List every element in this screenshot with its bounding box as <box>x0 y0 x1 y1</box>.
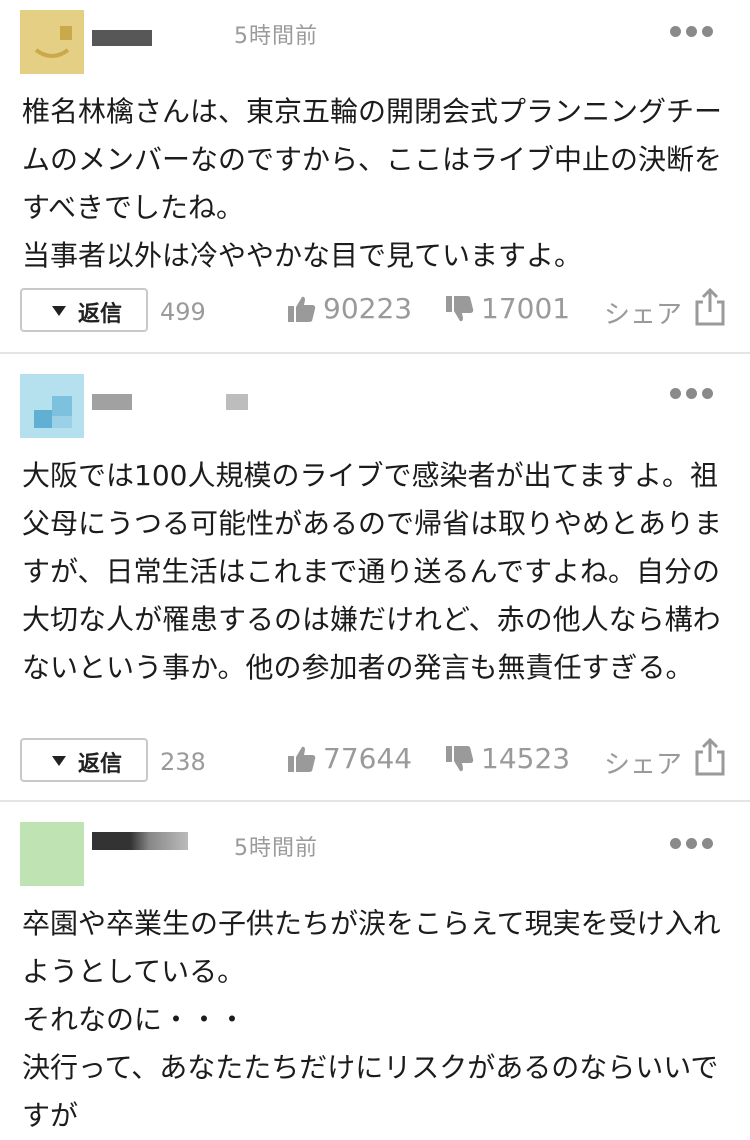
thumbs-up-icon <box>288 296 316 322</box>
share-button[interactable]: シェア <box>604 738 734 780</box>
username-blurred[interactable] <box>92 394 132 410</box>
reply-button[interactable]: 返信 <box>20 288 148 332</box>
comment-text: 大阪では100人規模のライブで感染者が出てますよ。祖父母にうつる可能性があるので… <box>22 459 723 684</box>
more-options-icon[interactable] <box>670 26 714 38</box>
avatar-pattern-icon <box>34 396 72 428</box>
timestamp: 5時間前 <box>234 836 318 861</box>
avatar[interactable] <box>20 10 84 74</box>
comment-actions: 返信 499 90223 17001 シェア <box>0 288 750 336</box>
thumbs-down-icon <box>446 296 474 322</box>
more-options-icon[interactable] <box>670 838 714 850</box>
triangle-down-icon <box>52 756 66 766</box>
comment-actions: 返信 238 77644 14523 シェア <box>0 738 750 786</box>
avatar[interactable] <box>20 374 84 438</box>
username-blurred-2 <box>226 394 248 410</box>
smile-face-icon <box>34 26 72 58</box>
comment-text: 椎名林檎さんは、東京五輪の開閉会式プランニングチームのメンバーなのですから、ここ… <box>22 95 723 272</box>
comment-3: 5時間前 卒園や卒業生の子供たちが涙をこらえて現実を受け入れようとしている。 そ… <box>0 802 750 1132</box>
thumbs-down-icon <box>446 746 474 772</box>
comment-text: 卒園や卒業生の子供たちが涙をこらえて現実を受け入れようとしている。 それなのに・… <box>22 907 721 1132</box>
comment-2: 大阪では100人規模のライブで感染者が出てますよ。祖父母にうつる可能性があるので… <box>0 354 750 800</box>
reply-count: 238 <box>160 748 206 776</box>
comment-1: 5時間前 椎名林檎さんは、東京五輪の開閉会式プランニングチームのメンバーなのです… <box>0 0 750 352</box>
thumbs-up-icon <box>288 746 316 772</box>
share-label: シェア <box>604 750 683 780</box>
reply-button[interactable]: 返信 <box>20 738 148 782</box>
more-options-icon[interactable] <box>670 388 714 400</box>
username-blurred[interactable] <box>92 832 188 850</box>
username-blurred[interactable] <box>92 30 152 46</box>
triangle-down-icon <box>52 306 66 316</box>
avatar[interactable] <box>20 822 84 886</box>
share-icon <box>695 738 725 776</box>
dislike-count: 17001 <box>481 292 571 325</box>
timestamp: 5時間前 <box>234 24 318 49</box>
share-icon <box>695 288 725 326</box>
reply-label: 返信 <box>78 302 123 327</box>
dislike-count: 14523 <box>481 742 571 775</box>
share-button[interactable]: シェア <box>604 288 734 330</box>
reply-count: 499 <box>160 298 206 326</box>
like-count: 77644 <box>323 742 413 775</box>
share-label: シェア <box>604 300 683 330</box>
like-count: 90223 <box>323 292 413 325</box>
reply-label: 返信 <box>78 752 123 777</box>
